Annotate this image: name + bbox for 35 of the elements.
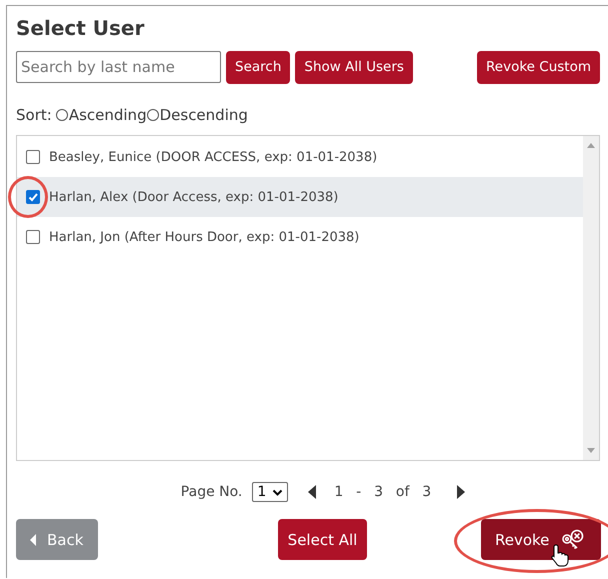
sort-option-label[interactable]: Descending [160,106,248,124]
chevron-down-icon [272,488,284,496]
search-field[interactable]: Search by last name [16,51,221,83]
scrollbar[interactable] [583,136,599,460]
highlight-circle [8,176,48,218]
caret-left-icon [30,534,36,546]
revoke-button[interactable]: Revoke [480,519,601,560]
scroll-up-icon [586,142,596,149]
key-remove-icon [560,528,584,550]
sort-label: Sort: [16,106,52,124]
toolbar-button[interactable]: Show All Users [295,50,413,84]
user-label: Harlan, Alex (Door Access, exp: 01-01-2038) [49,190,338,204]
checkbox[interactable] [26,150,40,164]
list-row[interactable]: Harlan, Alex (Door Access, exp: 01-01-2038) [17,177,583,217]
list-row[interactable]: Harlan, Jon (After Hours Door, exp: 01-01-2038) [17,217,583,257]
radio-button[interactable] [56,109,68,121]
list-row[interactable]: Beasley, Eunice (DOOR ACCESS, exp: 01-01-2038) [17,137,583,177]
sort-option-label[interactable]: Ascending [68,106,147,124]
check-icon [27,191,39,203]
toolbar-button[interactable]: Search [226,50,290,84]
checkbox[interactable] [26,230,40,244]
scroll-down-icon [586,447,596,454]
hand-cursor-icon [550,544,569,567]
next-page-icon[interactable] [457,485,466,499]
page-range: 1 - 3 of 3 [334,484,432,500]
page-title: Select User [16,15,146,42]
radio-button[interactable] [146,109,159,121]
user-label: Harlan, Jon (After Hours Door, exp: 01-01-2038) [49,230,360,244]
select-all-button[interactable]: Select All [278,519,368,560]
page-label: Page No. [180,484,242,500]
previous-page-icon[interactable] [308,485,316,499]
user-label: Beasley, Eunice (DOOR ACCESS, exp: 01-01-2038) [49,150,378,164]
checkbox[interactable] [26,190,40,204]
toolbar-button[interactable]: Revoke Custom [477,50,600,84]
page-select[interactable]: 1 [252,482,288,502]
